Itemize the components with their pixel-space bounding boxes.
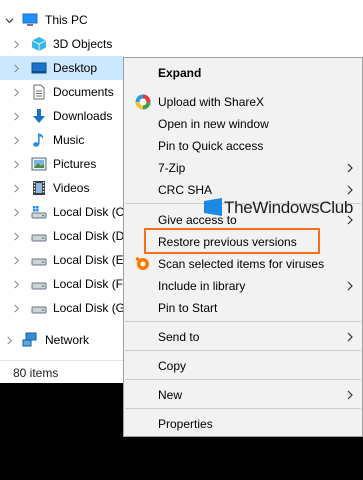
- context-menu: Expand Upload with ShareX Open in new wi…: [123, 57, 363, 437]
- chevron-right-icon[interactable]: [9, 200, 23, 224]
- nav-item-network[interactable]: Network: [0, 328, 124, 352]
- menu-separator: [125, 379, 361, 380]
- nav-item-local-disk-f[interactable]: Local Disk (F:): [0, 272, 130, 296]
- highlight-annotation-box: [144, 228, 320, 254]
- chevron-right-icon[interactable]: [9, 32, 23, 56]
- nav-item-local-disk-c[interactable]: Local Disk (C:: [0, 200, 128, 224]
- computer-icon: [22, 12, 38, 28]
- nav-label: Music: [53, 133, 85, 147]
- nav-label: Local Disk (E:: [53, 253, 128, 267]
- menu-item-label: Copy: [158, 359, 187, 373]
- nav-item-pictures[interactable]: Pictures: [0, 152, 124, 176]
- menu-separator: [125, 408, 361, 409]
- nav-item-local-disk-g[interactable]: Local Disk (G:: [0, 296, 128, 320]
- menu-item-pin-to-start[interactable]: Pin to Start: [124, 297, 362, 319]
- nav-label: Network: [45, 333, 90, 347]
- nav-label: Local Disk (G:: [53, 301, 129, 315]
- nav-label: Local Disk (C:: [53, 205, 128, 219]
- nav-item-local-disk-d[interactable]: Local Disk (D:: [0, 224, 128, 248]
- status-bar: 80 items: [0, 360, 124, 383]
- chevron-right-icon[interactable]: [9, 152, 23, 176]
- nav-item-music[interactable]: Music: [0, 128, 124, 152]
- chevron-right-icon[interactable]: [9, 224, 23, 248]
- desktop-icon: [31, 60, 47, 76]
- chevron-right-icon[interactable]: [9, 176, 23, 200]
- nav-label: Local Disk (F:): [53, 277, 131, 291]
- drive-icon: [31, 300, 47, 316]
- drive-icon: [31, 228, 47, 244]
- menu-item-label: Pin to Quick access: [158, 139, 264, 153]
- menu-item-label: Pin to Start: [158, 301, 218, 315]
- chevron-right-icon[interactable]: [9, 248, 23, 272]
- windows-drive-icon: [31, 204, 47, 220]
- chevron-right-icon[interactable]: [2, 328, 16, 352]
- submenu-arrow-icon: [347, 163, 353, 173]
- menu-item-scan-for-viruses[interactable]: Scan selected items for viruses: [124, 253, 362, 275]
- drive-icon: [31, 276, 47, 292]
- avast-icon: [135, 256, 151, 272]
- menu-item-label: Include in library: [158, 279, 246, 293]
- menu-item-properties[interactable]: Properties: [124, 413, 362, 435]
- watermark-text: TheWindowsClub: [224, 198, 354, 217]
- submenu-arrow-icon: [347, 332, 353, 342]
- download-arrow-icon: [31, 108, 47, 124]
- nav-item-desktop[interactable]: Desktop: [0, 56, 124, 80]
- pictures-icon: [31, 156, 47, 172]
- menu-item-upload-with-sharex[interactable]: Upload with ShareX: [124, 91, 362, 113]
- nav-label: Documents: [53, 85, 114, 99]
- menu-item-7-zip[interactable]: 7-Zip: [124, 157, 362, 179]
- menu-item-label: 7-Zip: [158, 161, 186, 175]
- menu-item-label: Upload with ShareX: [158, 95, 265, 109]
- menu-separator: [125, 321, 361, 322]
- menu-item-label: Scan selected items for viruses: [158, 257, 325, 271]
- nav-item-this-pc[interactable]: This PC: [0, 8, 124, 32]
- nav-item-downloads[interactable]: Downloads: [0, 104, 124, 128]
- watermark: TheWindowsClub: [202, 193, 363, 223]
- document-icon: [31, 84, 47, 100]
- chevron-right-icon[interactable]: [9, 56, 23, 80]
- menu-item-label: Send to: [158, 330, 200, 344]
- menu-item-label: Expand: [158, 66, 202, 80]
- windows-club-logo-icon: [204, 198, 222, 216]
- submenu-arrow-icon: [347, 281, 353, 291]
- menu-item-send-to[interactable]: Send to: [124, 326, 362, 348]
- music-note-icon: [31, 132, 47, 148]
- menu-item-label: New: [158, 388, 183, 402]
- menu-item-copy[interactable]: Copy: [124, 355, 362, 377]
- menu-item-include-in-library[interactable]: Include in library: [124, 275, 362, 297]
- item-count: 80 items: [13, 366, 59, 380]
- nav-item-videos[interactable]: Videos: [0, 176, 124, 200]
- nav-label: Local Disk (D:: [53, 229, 128, 243]
- menu-item-new[interactable]: New: [124, 384, 362, 406]
- submenu-arrow-icon: [347, 390, 353, 400]
- menu-item-open-in-new-window[interactable]: Open in new window: [124, 113, 362, 135]
- chevron-down-icon[interactable]: [2, 8, 16, 32]
- chevron-right-icon[interactable]: [9, 104, 23, 128]
- nav-label: Pictures: [53, 157, 97, 171]
- chevron-right-icon[interactable]: [9, 80, 23, 104]
- film-icon: [31, 180, 47, 196]
- nav-item-local-disk-e[interactable]: Local Disk (E:: [0, 248, 128, 272]
- network-icon: [22, 332, 38, 348]
- menu-item-label: Open in new window: [158, 117, 269, 131]
- cube-3d-icon: [31, 36, 47, 52]
- nav-label: Videos: [53, 181, 90, 195]
- nav-label: 3D Objects: [53, 37, 113, 51]
- menu-item-label: Properties: [158, 417, 213, 431]
- chevron-right-icon[interactable]: [9, 272, 23, 296]
- nav-label: Desktop: [53, 61, 98, 75]
- nav-item-3d-objects[interactable]: 3D Objects: [0, 32, 124, 56]
- chevron-right-icon[interactable]: [9, 296, 23, 320]
- menu-item-expand[interactable]: Expand: [124, 62, 362, 84]
- nav-item-documents[interactable]: Documents: [0, 80, 124, 104]
- drive-icon: [31, 252, 47, 268]
- sharex-icon: [135, 94, 151, 110]
- nav-label: Downloads: [53, 109, 113, 123]
- nav-label: This PC: [45, 13, 88, 27]
- menu-separator: [125, 350, 361, 351]
- menu-item-pin-to-quick-access[interactable]: Pin to Quick access: [124, 135, 362, 157]
- chevron-right-icon[interactable]: [9, 128, 23, 152]
